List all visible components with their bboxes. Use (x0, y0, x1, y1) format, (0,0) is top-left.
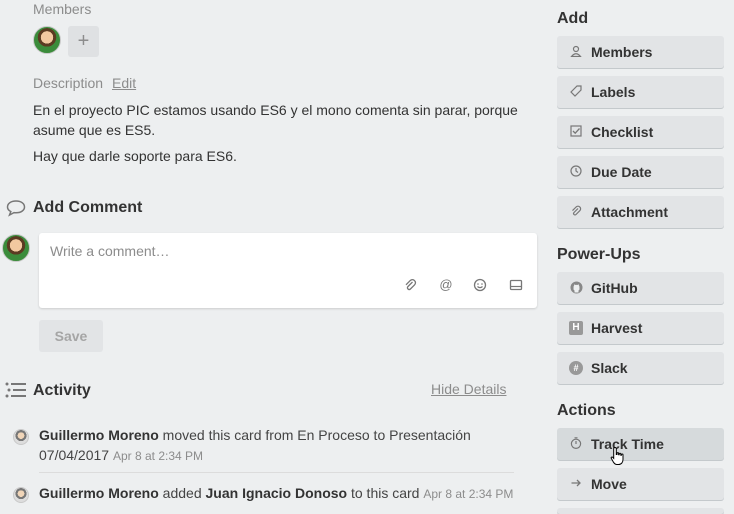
card-icon[interactable] (509, 278, 523, 292)
slack-button-label: Slack (591, 360, 628, 376)
track-time-button[interactable]: Track Time (557, 428, 724, 460)
emoji-icon[interactable] (473, 278, 487, 292)
save-button[interactable]: Save (39, 320, 103, 352)
activity-title: Activity (33, 382, 91, 399)
members-button[interactable]: Members (557, 36, 724, 68)
harvest-button-label: Harvest (591, 320, 643, 336)
member-avatar[interactable] (33, 26, 61, 54)
add-member-button[interactable]: + (68, 26, 99, 57)
activity-list-icon (5, 382, 26, 398)
activity-action: to this card (347, 485, 420, 501)
activity-avatar[interactable] (13, 487, 29, 503)
due-date-button[interactable]: Due Date (557, 156, 724, 188)
add-section-header: Add (557, 10, 589, 27)
checklist-button[interactable]: Checklist (557, 116, 724, 148)
harvest-button[interactable]: H Harvest (557, 312, 724, 344)
stopwatch-icon (569, 437, 583, 451)
github-icon (569, 281, 583, 295)
activity-item: Guillermo Moreno moved this card from En… (39, 425, 519, 466)
activity-user[interactable]: Guillermo Moreno (39, 427, 159, 443)
due-date-button-label: Due Date (591, 164, 652, 180)
powerups-section-header: Power-Ups (557, 246, 641, 263)
attachment-button[interactable]: Attachment (557, 196, 724, 228)
activity-action: moved this card from En Proceso to Prese… (158, 427, 471, 443)
github-button[interactable]: GitHub (557, 272, 724, 304)
description-label: Description (33, 75, 104, 91)
description-text[interactable]: En el proyecto PIC estamos usando ES6 y … (33, 100, 523, 172)
clock-icon (569, 165, 583, 179)
activity-timestamp[interactable]: Apr 8 at 2:34 PM (113, 449, 203, 463)
harvest-icon: H (569, 321, 583, 335)
tag-icon (569, 85, 583, 99)
checkbox-icon (569, 125, 583, 139)
comment-icon (6, 200, 26, 217)
hand-cursor-icon (610, 446, 624, 465)
slack-button[interactable]: # Slack (557, 352, 724, 384)
person-icon (569, 45, 583, 59)
activity-action: added (158, 485, 206, 501)
attachment-icon[interactable] (403, 278, 417, 292)
labels-button[interactable]: Labels (557, 76, 724, 108)
current-user-avatar (2, 234, 30, 262)
activity-user[interactable]: Guillermo Moreno (39, 485, 159, 501)
arrow-right-icon (569, 477, 583, 491)
comment-input[interactable]: Write a comment… @ (39, 233, 537, 308)
checklist-button-label: Checklist (591, 124, 654, 140)
add-comment-title: Add Comment (33, 199, 143, 216)
github-button-label: GitHub (591, 280, 638, 296)
activity-divider (39, 472, 514, 473)
comment-placeholder: Write a comment… (50, 243, 170, 259)
members-label: Members (33, 1, 92, 17)
slack-icon: # (569, 361, 583, 375)
attachment-button-label: Attachment (591, 204, 669, 220)
description-paragraph: En el proyecto PIC estamos usando ES6 y … (33, 102, 518, 138)
actions-section-header: Actions (557, 402, 616, 419)
activity-target-user[interactable]: Juan Ignacio Donoso (206, 485, 348, 501)
paperclip-icon (569, 205, 583, 219)
track-time-button-label: Track Time (591, 436, 664, 452)
activity-timestamp[interactable]: Apr 8 at 2:34 PM (423, 487, 513, 501)
move-button-label: Move (591, 476, 627, 492)
activity-avatar[interactable] (13, 429, 29, 445)
labels-button-label: Labels (591, 84, 636, 100)
activity-item: Guillermo Moreno added Juan Ignacio Dono… (39, 483, 529, 504)
edit-description-link[interactable]: Edit (112, 75, 136, 91)
next-action-button[interactable] (557, 508, 724, 514)
hide-details-link[interactable]: Hide Details (431, 381, 506, 397)
description-paragraph: Hay que darle soporte para ES6. (33, 148, 237, 164)
activity-date: 07/04/2017 (39, 447, 110, 463)
move-button[interactable]: Move (557, 468, 724, 500)
members-button-label: Members (591, 44, 653, 60)
mention-icon[interactable]: @ (439, 278, 453, 292)
